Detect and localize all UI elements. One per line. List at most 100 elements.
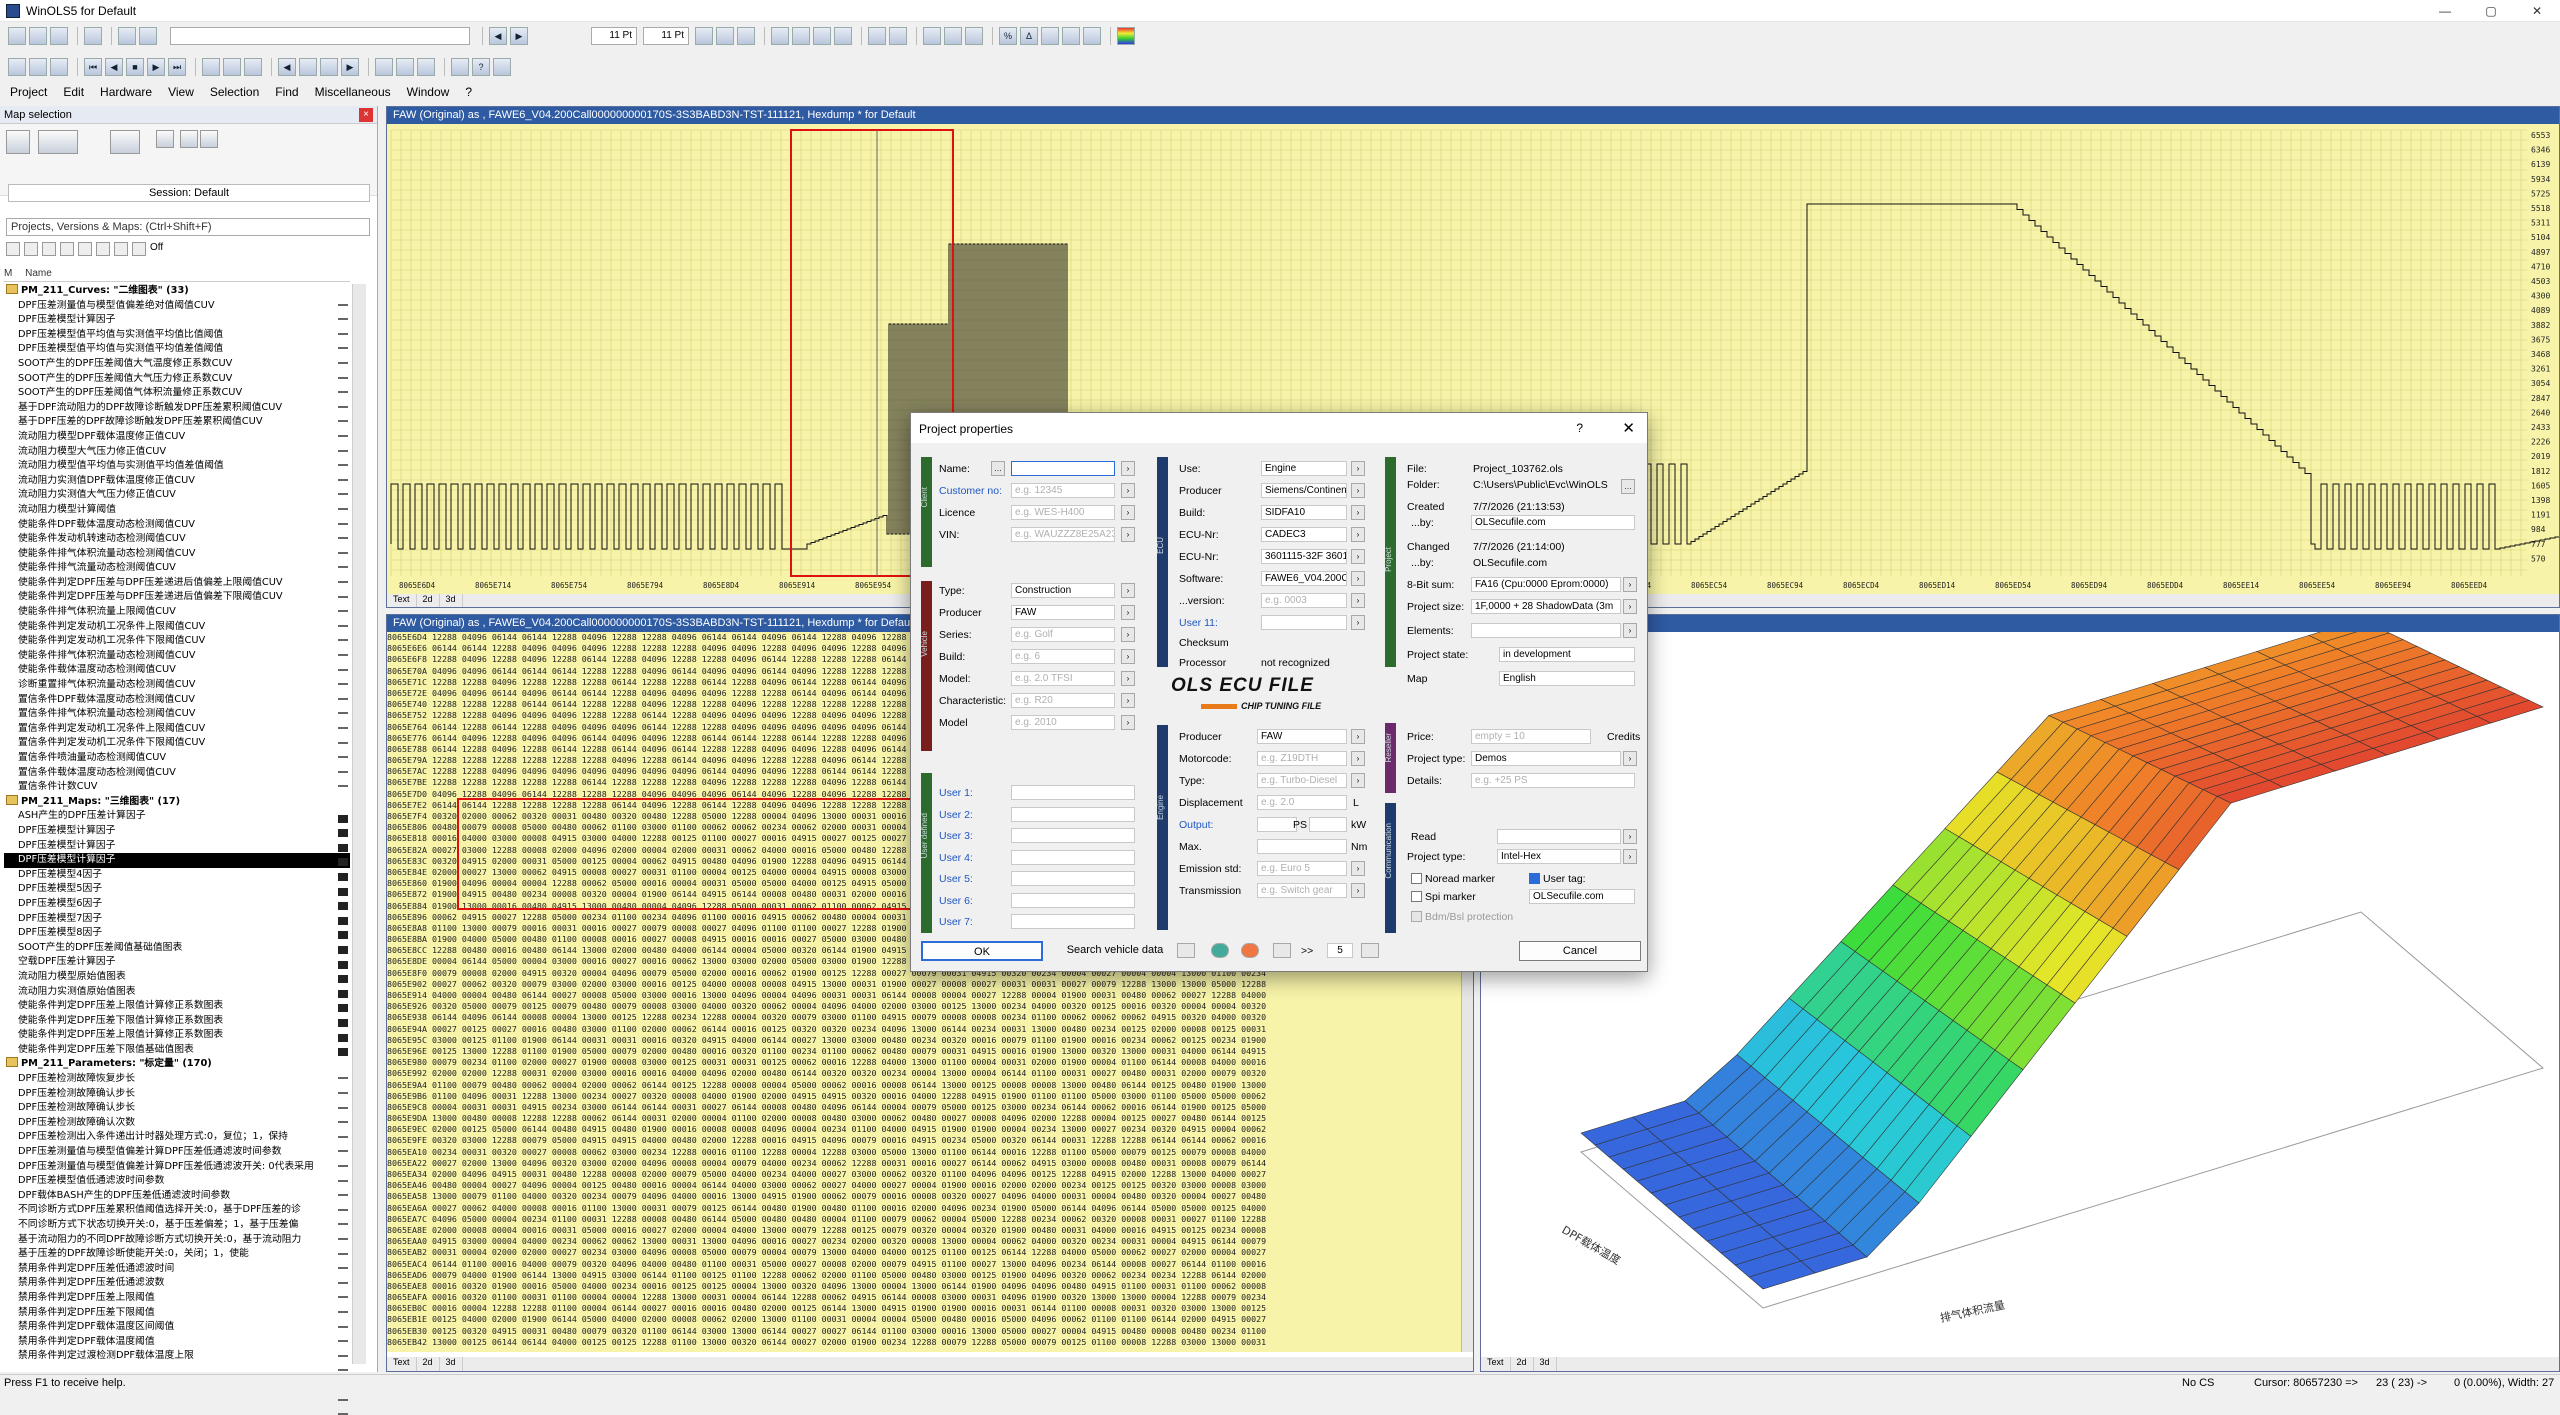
user-input[interactable] (1011, 871, 1135, 886)
engine-producer-arrow[interactable]: › (1351, 729, 1365, 744)
ecu-nr2-arrow[interactable]: › (1351, 549, 1365, 564)
tab-text[interactable]: Text (387, 594, 417, 607)
orig-icon[interactable] (1062, 27, 1080, 45)
tree-item[interactable]: 流动阻力模型计算阈值 (4, 503, 350, 518)
licence-input[interactable]: e.g. WES-H400 (1011, 505, 1115, 520)
tree-item[interactable]: 使能条件载体温度动态检测阈值CUV (4, 663, 350, 678)
reseller-ptype-arrow[interactable]: › (1623, 751, 1637, 766)
tree-item[interactable]: DPF压差模型值平均值与实测值平均值比值阈值 (4, 328, 350, 343)
ecu-build-arrow[interactable]: › (1351, 505, 1365, 520)
ok-button[interactable]: OK (921, 941, 1043, 961)
transmission-input[interactable]: e.g. Switch gear (1257, 883, 1347, 898)
vehicle-build-arrow[interactable]: › (1121, 649, 1135, 664)
folder-open-icon[interactable] (38, 130, 78, 154)
filter3-icon[interactable] (42, 242, 56, 256)
tree-item[interactable]: 诊断重置排气体积流量动态检测阈值CUV (4, 678, 350, 693)
usertag-input[interactable]: OLSecufile.com (1529, 889, 1635, 904)
tree-item[interactable]: 使能条件判定DPF压差下限值计算修正系数图表 (4, 1014, 350, 1029)
filter6-icon[interactable] (96, 242, 110, 256)
engine-type-input[interactable]: e.g. Turbo-Diesel (1257, 773, 1347, 788)
tree-item[interactable]: 置信条件DPF载体温度动态检测阈值CUV (4, 693, 350, 708)
filter1-icon[interactable] (6, 242, 20, 256)
tree-item[interactable]: 使能条件判定发动机工况条件下限阈值CUV (4, 634, 350, 649)
list-icon[interactable] (202, 58, 220, 76)
transmission-arrow[interactable]: › (1351, 883, 1365, 898)
tree-item[interactable]: 使能条件判定DPF压差与DPF压差递进后值偏差上限阈值CUV (4, 576, 350, 591)
tab-3d[interactable]: 3d (1534, 1357, 1557, 1371)
font-size-select-2[interactable]: 11 Pt (643, 27, 689, 45)
tree-item[interactable]: 使能条件排气体积流量上限阈值CUV (4, 605, 350, 620)
tree-scrollbar[interactable] (352, 284, 366, 1364)
filter-off-label[interactable]: Off (150, 242, 176, 256)
customer-arrow-button[interactable]: › (1121, 483, 1135, 498)
dialog-help-button[interactable]: ? (1576, 421, 1583, 435)
hexdump-row[interactable]: 8065EAD6 00079 04000 01900 06144 13000 0… (387, 1270, 1473, 1281)
user-input[interactable] (1011, 914, 1135, 929)
tree-item[interactable]: 不同诊断方式DPF压差累积值阈值选择开关:0，基于DPF压差的诊 (4, 1203, 350, 1218)
count-input[interactable]: 5 (1327, 943, 1353, 958)
globe-icon[interactable] (1211, 943, 1229, 958)
last-icon[interactable]: ⏭ (168, 58, 186, 76)
search-vehicle-data-button[interactable]: Search vehicle data (1059, 941, 1171, 961)
tree-item[interactable]: 置信条件计数CUV (4, 780, 350, 795)
tree-item[interactable]: SOOT产生的DPF压差阈值大气温度修正系数CUV (4, 357, 350, 372)
tree-item[interactable]: 流动阻力模型DPF载体温度修正值CUV (4, 430, 350, 445)
user-input[interactable] (1011, 807, 1135, 822)
comm-ptype-arrow[interactable]: › (1623, 849, 1637, 864)
list3-icon[interactable] (244, 58, 262, 76)
hexdump-row[interactable]: 8065EA6A 00027 00062 04000 00008 00016 0… (387, 1203, 1473, 1214)
dec-icon[interactable] (868, 27, 886, 45)
hexdump-row[interactable]: 8065EA22 00027 02000 13000 04096 00320 0… (387, 1158, 1473, 1169)
vehicle-producer-arrow[interactable]: › (1121, 605, 1135, 620)
ecu-nr-arrow[interactable]: › (1351, 527, 1365, 542)
tree-item[interactable]: 置信条件喷油量动态检测阈值CUV (4, 751, 350, 766)
tree-item[interactable]: DPF压差模型计算因子 (4, 313, 350, 328)
map-prev-icon[interactable]: ◀ (278, 58, 296, 76)
filter4-icon[interactable] (60, 242, 74, 256)
tree-item[interactable]: DPF载体BASH产生的DPF压差低通滤波时间参数 (4, 1189, 350, 1204)
tree-item[interactable]: 流动阻力实测值大气压力修正值CUV (4, 488, 350, 503)
name-arrow-button[interactable]: › (1121, 461, 1135, 476)
minimize-button[interactable]: — (2422, 0, 2468, 22)
user11-input[interactable] (1261, 615, 1347, 630)
panel-close-icon[interactable]: × (359, 108, 373, 122)
hexdump-row[interactable]: 8065E9EC 02000 00125 05000 06144 00480 0… (387, 1124, 1473, 1135)
project-state-select[interactable]: in development (1499, 647, 1635, 662)
font-size-select-1[interactable]: 11 Pt (591, 27, 637, 45)
save-icon[interactable] (29, 27, 47, 45)
hexdump-row[interactable]: 8065E902 00027 00062 00320 00079 03000 0… (387, 979, 1473, 990)
use-input[interactable]: Engine (1261, 461, 1347, 476)
tree-item[interactable]: ASH产生的DPF压差计算因子 (4, 809, 350, 824)
hexdump-row[interactable]: 8065E94A 00027 00125 00027 00016 00480 0… (387, 1024, 1473, 1035)
hexdump-row[interactable]: 8065E980 00079 00234 01100 02000 00027 0… (387, 1057, 1473, 1068)
series-input[interactable]: e.g. Golf (1011, 627, 1115, 642)
hexdump-row[interactable]: 8065EA8E 02000 00008 00004 00016 00031 0… (387, 1225, 1473, 1236)
project-size-input[interactable]: 1F,0000 + 28 ShadowData (3m (1471, 599, 1621, 614)
spi-checkbox[interactable] (1411, 891, 1422, 902)
format3-icon[interactable] (737, 27, 755, 45)
usertag-checkbox[interactable] (1529, 873, 1540, 884)
characteristic-arrow[interactable]: › (1121, 693, 1135, 708)
hexdump-row[interactable]: 8065EAFA 00016 00320 01100 00031 01100 0… (387, 1292, 1473, 1303)
tree-item[interactable]: 禁用条件判定DPF载体温度区间阈值 (4, 1320, 350, 1335)
wave-icon[interactable] (889, 27, 907, 45)
tab-3d[interactable]: 3d (440, 1357, 463, 1371)
tab-text[interactable]: Text (1481, 1357, 1511, 1371)
tree-item[interactable]: 使能条件判定DPF压差上限值计算修正系数图表 (4, 999, 350, 1014)
zoom-icon[interactable] (451, 58, 469, 76)
projects-selector[interactable]: Projects, Versions & Maps: (Ctrl+Shift+F… (6, 218, 370, 236)
tree-item[interactable]: 禁用条件判定DPF压差上限阈值 (4, 1291, 350, 1306)
read-input[interactable] (1497, 829, 1621, 844)
float-icon[interactable] (944, 27, 962, 45)
hexdump-row[interactable]: 8065EAC4 06144 01100 00016 04000 00079 0… (387, 1259, 1473, 1270)
max-torque-input[interactable] (1257, 839, 1347, 854)
tools-icon[interactable] (180, 130, 198, 148)
displacement-input[interactable]: e.g. 2.0 (1257, 795, 1347, 810)
customer-input[interactable]: e.g. 12345 (1011, 483, 1115, 498)
tree-item[interactable]: 禁用条件判定DPF载体温度阈值 (4, 1335, 350, 1350)
menu-project[interactable]: Project (10, 85, 47, 99)
tree-item[interactable]: DPF压差检测出入条件递出计时器处理方式:0，复位；1，保持 (4, 1130, 350, 1145)
engine-type-arrow[interactable]: › (1351, 773, 1365, 788)
ecu-producer-input[interactable]: Siemens/Continen (1261, 483, 1347, 498)
elements-arrow[interactable]: › (1623, 623, 1637, 638)
